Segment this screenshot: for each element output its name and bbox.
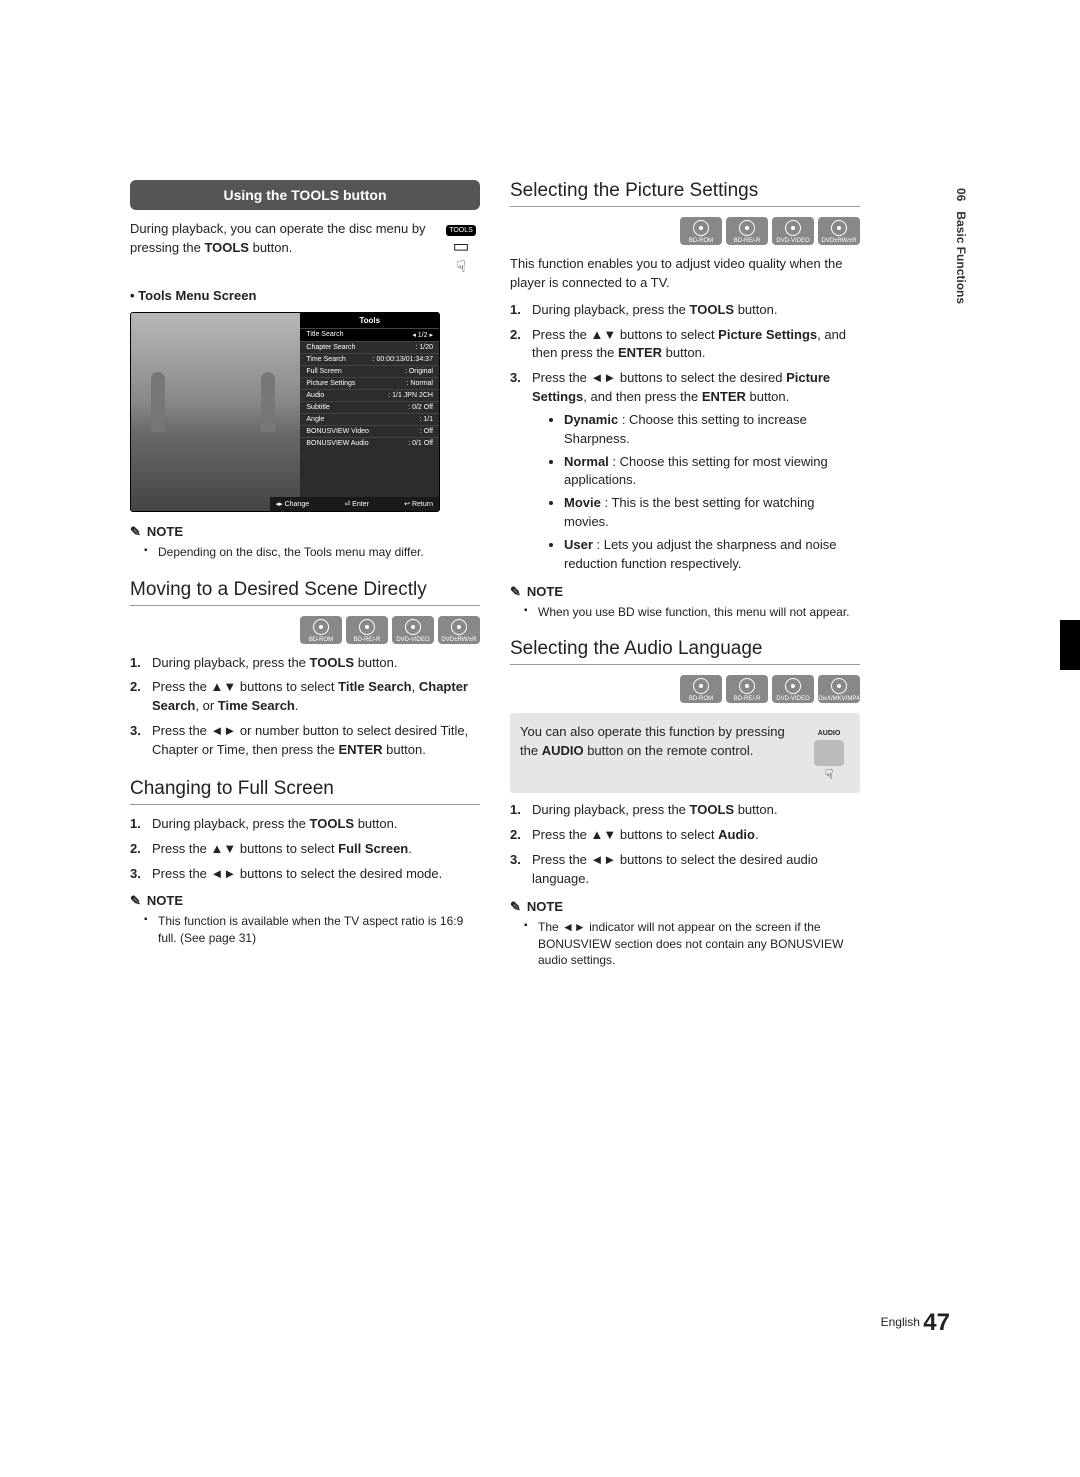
- disc-badge: DVD-VIDEO: [392, 616, 434, 644]
- picture-options: Dynamic : Choose this setting to increas…: [532, 411, 860, 574]
- chapter-title: Basic Functions: [954, 211, 968, 304]
- left-column: Using the TOOLS button TOOLS ▭ ☟ During …: [130, 180, 480, 973]
- tools-row: BONUSVIEW Audio: 0/1 Off: [300, 437, 439, 449]
- tools-button-label: TOOLS: [446, 225, 476, 236]
- note-item: Depending on the disc, the Tools menu ma…: [158, 544, 480, 561]
- disc-badge: DVD±RW/±R: [438, 616, 480, 644]
- disc-badges: BD-ROM BD-RE/-R DVD-VIDEO DVD±RW/±R: [510, 217, 860, 245]
- page-number: 47: [923, 1309, 950, 1336]
- option-item: Normal : Choose this setting for most vi…: [564, 453, 860, 491]
- picture-settings-intro: This function enables you to adjust vide…: [510, 255, 860, 293]
- footer-language: English: [881, 1315, 920, 1329]
- minaret-graphic: [151, 372, 165, 432]
- tools-button-icon: TOOLS ▭ ☟: [442, 220, 480, 277]
- remote-button-icon: [814, 740, 844, 766]
- tools-row: BONUSVIEW Video: Off: [300, 425, 439, 437]
- moving-scene-heading: Moving to a Desired Scene Directly: [130, 579, 480, 606]
- disc-badge: BD-ROM: [680, 217, 722, 245]
- picture-settings-steps: During playback, press the TOOLS button.…: [510, 301, 860, 574]
- page-edge-marker: [1060, 620, 1080, 670]
- step-item: Press the ◄► or number button to select …: [130, 722, 480, 760]
- audio-language-heading: Selecting the Audio Language: [510, 638, 860, 665]
- disc-badges: BD-ROM BD-RE/-R DVD-VIDEO DivX/MKV/MP4: [510, 675, 860, 703]
- disc-badge: BD-ROM: [300, 616, 342, 644]
- remote-icon: ▭: [452, 236, 469, 256]
- disc-badge: BD-RE/-R: [726, 217, 768, 245]
- step-item: During playback, press the TOOLS button.: [510, 301, 860, 320]
- option-item: Dynamic : Choose this setting to increas…: [564, 411, 860, 449]
- step-item: Press the ◄► buttons to select the desir…: [130, 865, 480, 884]
- note-list: This function is available when the TV a…: [130, 913, 480, 947]
- step-item: Press the ▲▼ buttons to select Audio.: [510, 826, 860, 845]
- note-heading: NOTE: [130, 893, 480, 909]
- hand-icon: ☟: [456, 259, 466, 276]
- disc-badge: DVD-VIDEO: [772, 675, 814, 703]
- disc-badge: DVD±RW/±R: [818, 217, 860, 245]
- audio-info-box: AUDIO ☟ You can also operate this functi…: [510, 713, 860, 793]
- disc-badge: DivX/MKV/MP4: [818, 675, 860, 703]
- audio-button-icon: AUDIO ☟: [808, 723, 850, 783]
- tools-row: Angle: 1/1: [300, 413, 439, 425]
- disc-badge: DVD-VIDEO: [772, 217, 814, 245]
- tools-row-title-search: Title Search◂ 1/2 ▸: [300, 328, 439, 341]
- tools-row: Time Search: 00:00:13/01:34:37: [300, 353, 439, 365]
- tools-panel: Tools Title Search◂ 1/2 ▸ Chapter Search…: [300, 313, 439, 511]
- option-item: User : Lets you adjust the sharpness and…: [564, 536, 860, 574]
- tools-row: Subtitle: 0/2 Off: [300, 401, 439, 413]
- note-heading: NOTE: [130, 524, 480, 540]
- step-item: Press the ◄► buttons to select the desir…: [510, 851, 860, 889]
- note-list: When you use BD wise function, this menu…: [510, 604, 860, 621]
- tools-row: Chapter Search: 1/20: [300, 341, 439, 353]
- note-item: When you use BD wise function, this menu…: [538, 604, 860, 621]
- note-item: This function is available when the TV a…: [158, 913, 480, 947]
- note-item: The ◄► indicator will not appear on the …: [538, 919, 860, 969]
- minaret-graphic: [261, 372, 275, 432]
- note-list: Depending on the disc, the Tools menu ma…: [130, 544, 480, 561]
- audio-button-label: AUDIO: [818, 730, 841, 737]
- full-screen-steps: During playback, press the TOOLS button.…: [130, 815, 480, 884]
- moving-scene-steps: During playback, press the TOOLS button.…: [130, 654, 480, 760]
- note-list: The ◄► indicator will not appear on the …: [510, 919, 860, 969]
- step-item: During playback, press the TOOLS button.: [130, 654, 480, 673]
- disc-badge: BD-RE/-R: [726, 675, 768, 703]
- hand-icon: ☟: [825, 766, 834, 782]
- page-footer: English 47: [881, 1309, 950, 1337]
- chapter-number: 06: [954, 188, 968, 201]
- full-screen-heading: Changing to Full Screen: [130, 778, 480, 805]
- tools-panel-footer: ◂▸ Change ⏎ Enter ↩ Return: [270, 497, 439, 511]
- tools-row: Picture Settings: Normal: [300, 377, 439, 389]
- screenshot-background-image: [131, 313, 300, 511]
- step-item: During playback, press the TOOLS button.: [130, 815, 480, 834]
- tools-row: Audio: 1/1 JPN 2CH: [300, 389, 439, 401]
- tools-panel-title: Tools: [300, 313, 439, 328]
- note-heading: NOTE: [510, 584, 860, 600]
- step-item: During playback, press the TOOLS button.: [510, 801, 860, 820]
- tools-row: Full Screen: Original: [300, 365, 439, 377]
- using-tools-header: Using the TOOLS button: [130, 180, 480, 210]
- right-column: Selecting the Picture Settings BD-ROM BD…: [510, 180, 860, 973]
- disc-badges: BD-ROM BD-RE/-R DVD-VIDEO DVD±RW/±R: [130, 616, 480, 644]
- option-item: Movie : This is the best setting for wat…: [564, 494, 860, 532]
- disc-badge: BD-ROM: [680, 675, 722, 703]
- audio-steps: During playback, press the TOOLS button.…: [510, 801, 860, 888]
- disc-badge: BD-RE/-R: [346, 616, 388, 644]
- step-item: Press the ◄► buttons to select the desir…: [510, 369, 860, 573]
- note-heading: NOTE: [510, 899, 860, 915]
- chapter-tab: 06 Basic Functions: [948, 188, 968, 338]
- tools-menu-screen-label: • Tools Menu Screen: [130, 287, 480, 306]
- step-item: Press the ▲▼ buttons to select Full Scre…: [130, 840, 480, 859]
- audio-box-text: You can also operate this function by pr…: [520, 723, 850, 761]
- step-item: Press the ▲▼ buttons to select Title Sea…: [130, 678, 480, 716]
- tools-intro-text: During playback, you can operate the dis…: [130, 220, 480, 258]
- picture-settings-heading: Selecting the Picture Settings: [510, 180, 860, 207]
- step-item: Press the ▲▼ buttons to select Picture S…: [510, 326, 860, 364]
- tools-menu-screenshot: Tools Title Search◂ 1/2 ▸ Chapter Search…: [130, 312, 440, 512]
